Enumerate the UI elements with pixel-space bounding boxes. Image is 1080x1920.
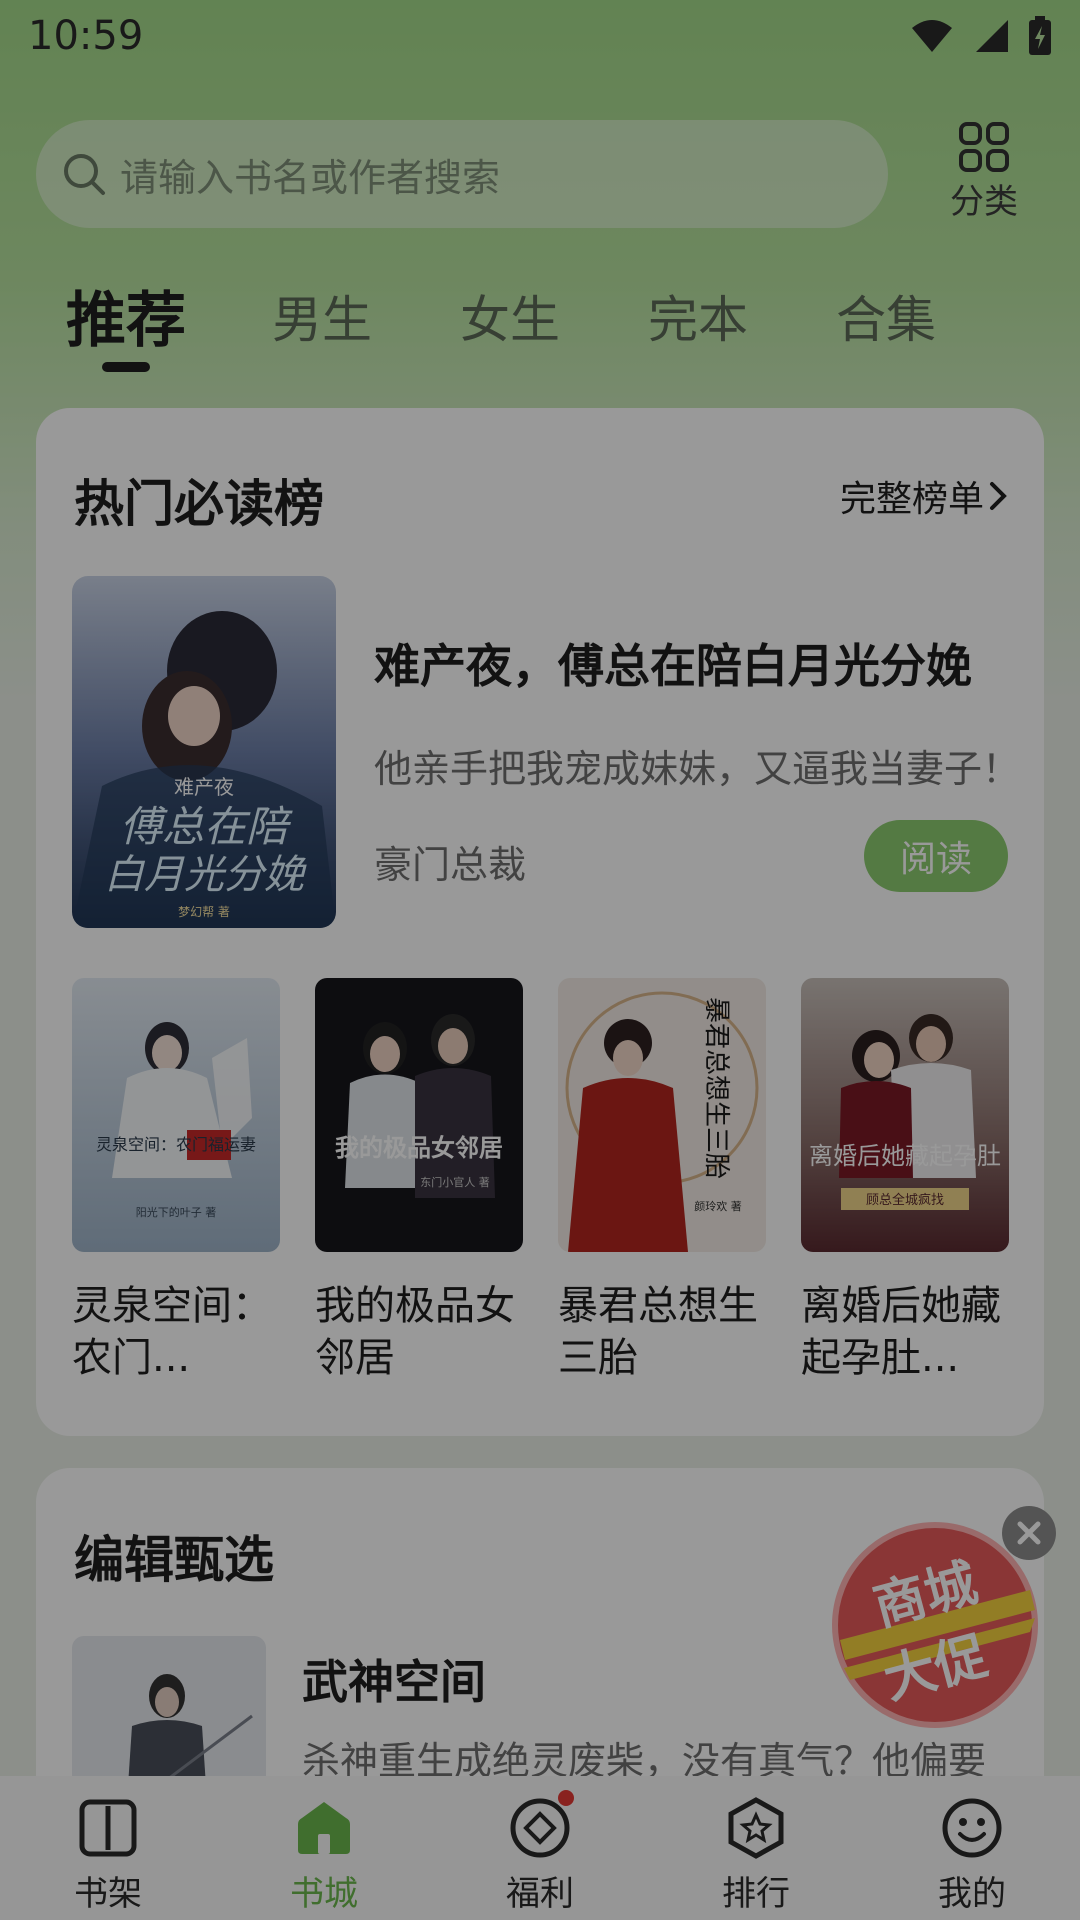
search-placeholder: 请输入书名或作者搜索 <box>120 155 501 200</box>
nav-label: 福利 <box>506 1874 574 1914</box>
close-icon[interactable] <box>1002 1506 1056 1560</box>
wifi-icon <box>912 20 952 52</box>
nav-ranking[interactable]: 排行 <box>648 1776 864 1920</box>
tab-collection[interactable]: 合集 <box>836 280 936 352</box>
featured-cover-line1: 傅总在陪 <box>120 802 293 851</box>
nav-label: 书城 <box>290 1874 358 1914</box>
diamond-icon <box>510 1798 570 1858</box>
status-time: 10:59 <box>28 13 144 59</box>
nav-label: 书架 <box>74 1874 142 1914</box>
full-list-link[interactable]: 完整榜单 <box>840 470 1012 522</box>
smiley-icon <box>942 1798 1002 1858</box>
active-tab-indicator <box>102 362 150 372</box>
battery-charging-icon <box>1029 16 1051 55</box>
section-title: 编辑甄选 <box>74 1531 274 1589</box>
featured-cover-small-title: 难产夜 <box>174 775 234 799</box>
tab-male[interactable]: 男生 <box>272 280 372 352</box>
search-bar[interactable]: 请输入书名或作者搜索 <box>36 120 888 228</box>
book-title: 我的极品女邻居 <box>315 1283 515 1381</box>
tab-bar: 推荐 男生 女生 完本 合集 <box>66 272 1024 359</box>
featured-book-title[interactable]: 难产夜，傅总在陪白月光分娩 <box>374 630 972 696</box>
book-cover-title: 暴君总想生三胎 <box>701 997 731 1179</box>
nav-bookstore[interactable]: 书城 <box>216 1776 432 1920</box>
book-item[interactable]: 灵泉空间：农门福运妻 阳光下的叶子 著 灵泉空间：农门... <box>72 978 280 1384</box>
book-cover: 暴君总想生三胎 颜玲欢 著 <box>558 978 766 1252</box>
signal-icon <box>976 20 1008 52</box>
featured-cover-line2: 白月光分娩 <box>104 852 307 898</box>
full-list-label: 完整榜单 <box>839 479 984 520</box>
book-cover-author: 阳光下的叶子 著 <box>136 1205 217 1219</box>
book-item[interactable]: 离婚后她藏起孕肚 顾总全城疯找 离婚后她藏起孕肚... <box>801 978 1009 1384</box>
section-title: 热门必读榜 <box>74 475 324 533</box>
notification-badge <box>558 1790 574 1806</box>
book-title: 灵泉空间：农门... <box>72 1283 272 1381</box>
book-cover-title: 灵泉空间：农门福运妻 <box>96 1135 256 1154</box>
star-badge-icon <box>728 1797 784 1859</box>
featured-book-desc: 他亲手把我宠成妹妹，又逼我当妻子！ <box>374 747 1021 791</box>
grid-icon <box>959 122 1009 172</box>
category-button[interactable]: 分类 <box>940 122 1028 223</box>
book-title: 离婚后她藏起孕肚... <box>801 1283 1001 1381</box>
book-cover-author: 颜玲欢 著 <box>694 1199 742 1213</box>
featured-book-tag: 豪门总裁 <box>374 843 527 887</box>
book-cover-author: 东门小官人 著 <box>420 1175 490 1189</box>
nav-label: 排行 <box>722 1874 790 1914</box>
nav-welfare[interactable]: 福利 <box>432 1776 648 1920</box>
book-title[interactable]: 武神空间 <box>302 1646 486 1712</box>
status-bar: 10:59 <box>0 0 1080 72</box>
book-cover: 我的极品女邻居 东门小官人 著 <box>315 978 523 1252</box>
book-cover: 灵泉空间：农门福运妻 阳光下的叶子 著 <box>72 978 280 1252</box>
home-icon <box>298 1802 350 1854</box>
nav-mine[interactable]: 我的 <box>864 1776 1080 1920</box>
book-cover-subtitle: 顾总全城疯找 <box>866 1192 944 1208</box>
nav-label: 我的 <box>938 1874 1006 1914</box>
bottom-nav: 书架 书城 福利 排行 我的 <box>0 1776 1080 1920</box>
tab-female[interactable]: 女生 <box>460 280 560 352</box>
search-icon <box>64 154 105 195</box>
chevron-right-icon <box>990 482 1007 510</box>
tab-recommend[interactable]: 推荐 <box>66 272 186 359</box>
featured-cover-author: 梦幻帮 著 <box>178 905 230 919</box>
book-cover-title: 离婚后她藏起孕肚 <box>809 1142 1001 1170</box>
hot-list-card: 热门必读榜 完整榜单 难产夜 傅总在陪 白月光分娩 梦幻帮 著 难产夜，傅总在陪… <box>36 408 1044 1436</box>
book-cover-title: 我的极品女邻居 <box>335 1134 503 1162</box>
nav-bookshelf[interactable]: 书架 <box>0 1776 216 1920</box>
book-title: 暴君总想生三胎 <box>558 1283 758 1381</box>
book-item[interactable]: 我的极品女邻居 东门小官人 著 我的极品女邻居 <box>315 978 523 1384</box>
tab-completed[interactable]: 完本 <box>648 280 748 352</box>
book-cover: 离婚后她藏起孕肚 顾总全城疯找 <box>801 978 1009 1252</box>
book-open-icon <box>79 1799 137 1857</box>
featured-book-cover[interactable]: 难产夜 傅总在陪 白月光分娩 梦幻帮 著 <box>72 576 336 928</box>
book-item[interactable]: 暴君总想生三胎 颜玲欢 著 暴君总想生三胎 <box>558 978 766 1384</box>
read-button[interactable]: 阅读 <box>864 820 1008 892</box>
category-label: 分类 <box>950 182 1018 222</box>
